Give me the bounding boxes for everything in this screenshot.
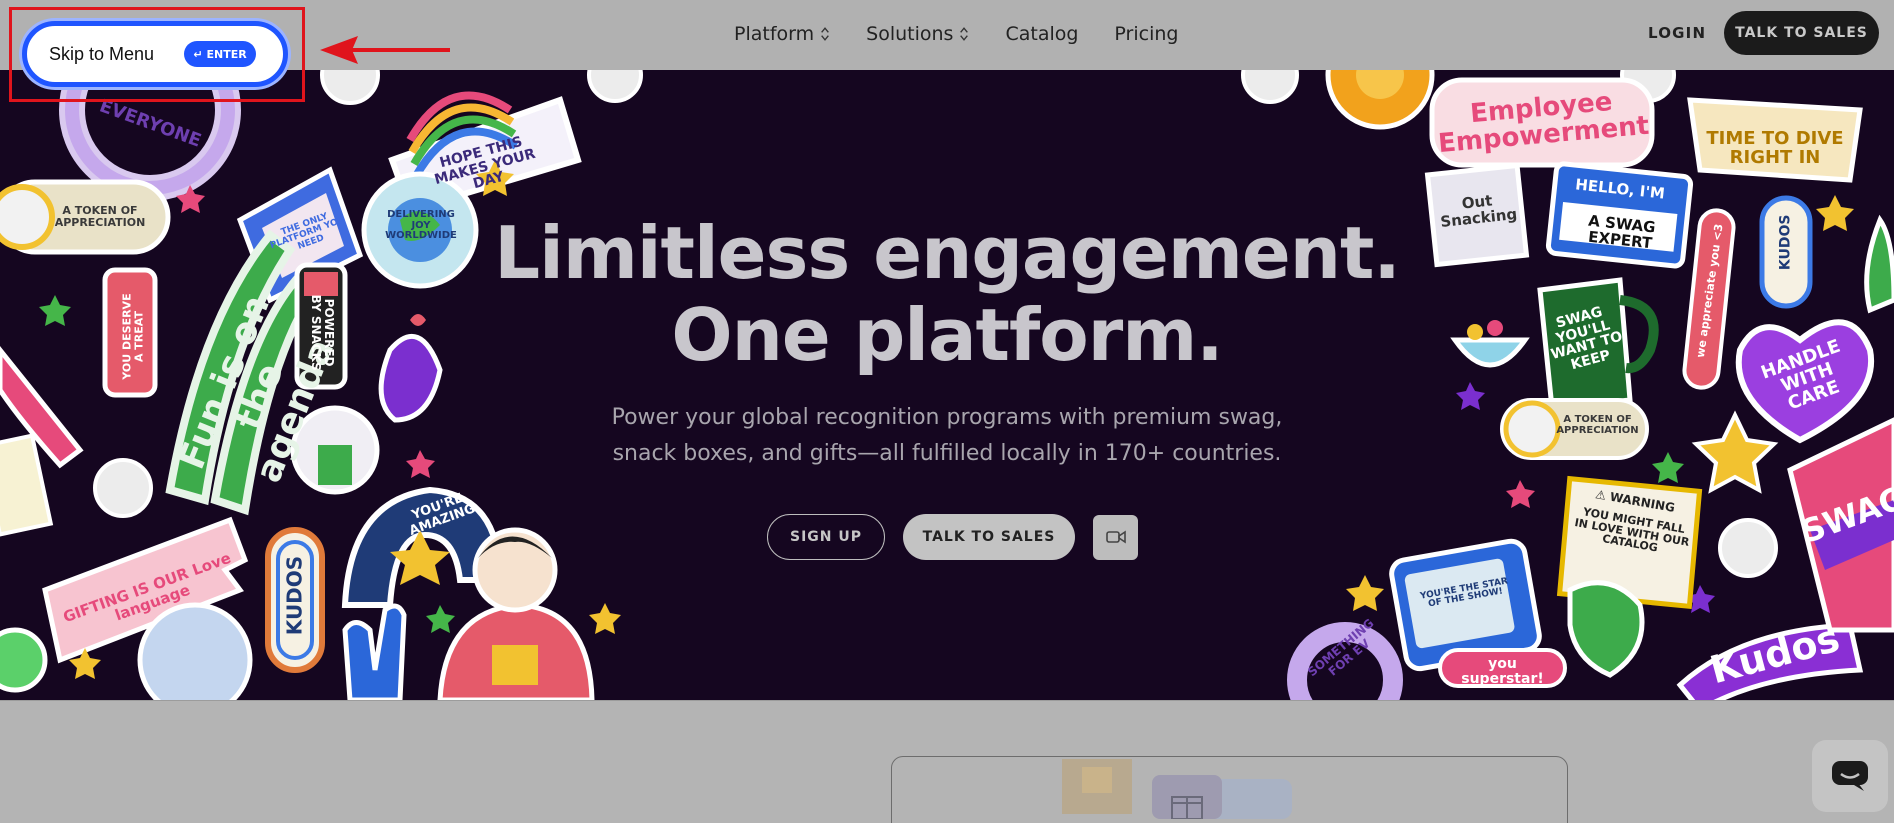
hero-subtitle-line2: snack boxes, and gifts—all fulfilled loc… [612, 441, 1282, 466]
talk-to-sales-button[interactable]: TALK TO SALES [903, 514, 1075, 560]
sticker-dive-text: TIME TO DIVE RIGHT IN [1706, 128, 1844, 168]
video-button[interactable] [1093, 514, 1138, 560]
nav-solutions-label: Solutions [866, 23, 954, 45]
updown-chevron-icon [821, 27, 829, 41]
nav-pricing[interactable]: Pricing [1114, 23, 1178, 45]
peace-hand-sticker [342, 603, 407, 700]
hero-title-line1: Limitless engagement. [494, 211, 1400, 295]
gift-illustration-icon [1062, 759, 1292, 819]
feature-card [891, 756, 1568, 823]
sticker-snacks-text: POWERED BY SNACKS [309, 294, 337, 371]
updown-chevron-icon [960, 27, 969, 41]
nav-platform[interactable]: Platform [734, 23, 830, 45]
talk-to-sales-header-button[interactable]: TALK TO SALES [1724, 11, 1879, 55]
login-link[interactable]: LOGIN [1648, 24, 1706, 42]
nav-platform-label: Platform [734, 23, 815, 45]
sticker-superstar-text: you superstar! [1461, 656, 1544, 687]
hero-subtitle-line1: Power your global recognition programs w… [611, 405, 1283, 430]
nav-catalog-label: Catalog [1005, 23, 1079, 45]
disco-sticker [137, 602, 253, 700]
sticker-kudos-text: KUDOS [282, 555, 307, 636]
sticker-token-text: A TOKEN OF APPRECIATION [1556, 414, 1639, 436]
nav-pricing-label: Pricing [1114, 23, 1179, 45]
nav-catalog[interactable]: Catalog [1005, 23, 1078, 45]
skip-to-menu-label: Skip to Menu [49, 43, 155, 64]
next-section [0, 700, 1894, 823]
sticker-token-text: A TOKEN OF APPRECIATION [54, 204, 146, 229]
enter-key-badge: ↵ ENTER [184, 41, 257, 67]
sticker-delivering-text: DELIVERING JOY WORLDWIDE [385, 209, 457, 241]
nav-solutions[interactable]: Solutions [866, 23, 969, 45]
chat-widget-button[interactable] [1812, 740, 1888, 812]
hero-title-line2: One platform. [671, 293, 1223, 377]
ok-hand-sticker [1567, 580, 1645, 678]
main-nav: Platform Solutions Catalog Pricing [734, 0, 1214, 68]
sticker-deserve-text: YOU DESERVE A TREAT [120, 293, 145, 380]
red-arrow-icon [320, 36, 450, 64]
hero-cta-row: SIGN UP TALK TO SALES [767, 514, 1138, 560]
sticker-kudos-text: KUDOS [1777, 214, 1794, 271]
flower-sticker [1325, 70, 1435, 130]
hero-section: Limitless engagement. One platform. Powe… [0, 70, 1894, 700]
video-camera-icon [1105, 530, 1126, 544]
sign-up-button[interactable]: SIGN UP [767, 514, 885, 560]
chat-bubble-icon [1832, 761, 1868, 791]
frog-sticker [0, 627, 48, 693]
skip-to-menu-button[interactable]: Skip to Menu ↵ ENTER [22, 21, 288, 87]
